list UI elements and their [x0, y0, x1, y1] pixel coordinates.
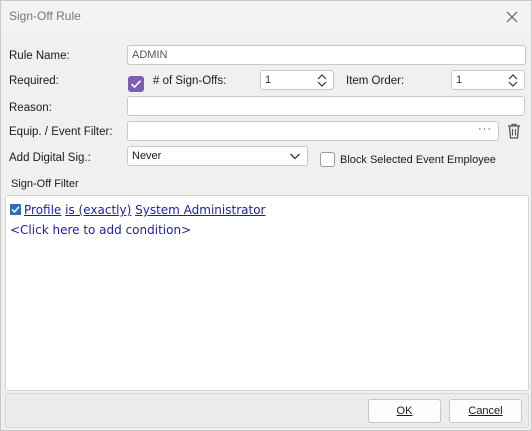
- rule-name-label: Rule Name:: [9, 50, 70, 62]
- ok-button[interactable]: OK: [368, 399, 441, 423]
- condition-value-link[interactable]: System Administrator: [135, 203, 265, 217]
- spin-arrows-icon[interactable]: [507, 73, 519, 88]
- title-bar: Sign-Off Rule: [1, 1, 531, 33]
- required-checkbox[interactable]: [128, 76, 144, 92]
- reason-input[interactable]: [127, 96, 525, 116]
- condition-field-link[interactable]: Profile: [24, 203, 61, 217]
- add-condition-link[interactable]: <Click here to add condition>: [10, 223, 191, 237]
- equip-filter-browse-button[interactable]: ···: [478, 123, 492, 135]
- cancel-button[interactable]: Cancel: [449, 399, 522, 423]
- reason-label: Reason:: [9, 102, 52, 114]
- add-digital-sig-label: Add Digital Sig.:: [9, 152, 91, 164]
- sign-off-filter-panel[interactable]: Profile is (exactly) System Administrato…: [5, 195, 529, 391]
- rule-name-input[interactable]: ADMIN: [127, 45, 526, 65]
- sign-off-filter-label: Sign-Off Filter: [11, 178, 79, 190]
- dialog-footer: OK Cancel: [5, 393, 529, 428]
- spin-arrows-icon[interactable]: [316, 73, 328, 88]
- num-signoffs-label: # of Sign-Offs:: [153, 75, 227, 87]
- checkmark-icon: [11, 206, 20, 214]
- condition-enabled-checkbox[interactable]: [10, 204, 21, 215]
- close-button[interactable]: [503, 8, 521, 26]
- equip-filter-input[interactable]: ···: [127, 121, 499, 141]
- ok-button-label: OK: [396, 405, 413, 417]
- block-selected-checkbox[interactable]: [320, 152, 335, 167]
- equip-filter-label: Equip. / Event Filter:: [9, 126, 113, 138]
- add-digital-sig-value: Never: [132, 150, 162, 162]
- sign-off-rule-dialog: Sign-Off Rule Rule Name: ADMIN Required:…: [0, 0, 532, 431]
- cancel-button-label: Cancel: [468, 405, 503, 417]
- item-order-stepper[interactable]: 1: [451, 70, 525, 90]
- block-selected-label: Block Selected Event Employee: [340, 154, 496, 166]
- item-order-value: 1: [456, 74, 463, 86]
- close-icon: [506, 11, 518, 23]
- filter-condition-row[interactable]: Profile is (exactly) System Administrato…: [10, 203, 265, 217]
- add-digital-sig-select[interactable]: Never: [127, 146, 308, 166]
- condition-operator-link[interactable]: is (exactly): [65, 203, 131, 217]
- item-order-label: Item Order:: [346, 75, 405, 87]
- window-title: Sign-Off Rule: [9, 9, 81, 23]
- num-signoffs-stepper[interactable]: 1: [260, 70, 334, 90]
- chevron-down-icon: [290, 153, 300, 160]
- checkmark-icon: [130, 80, 142, 89]
- required-label: Required:: [9, 75, 59, 87]
- trash-icon[interactable]: [507, 123, 521, 139]
- num-signoffs-value: 1: [265, 74, 272, 86]
